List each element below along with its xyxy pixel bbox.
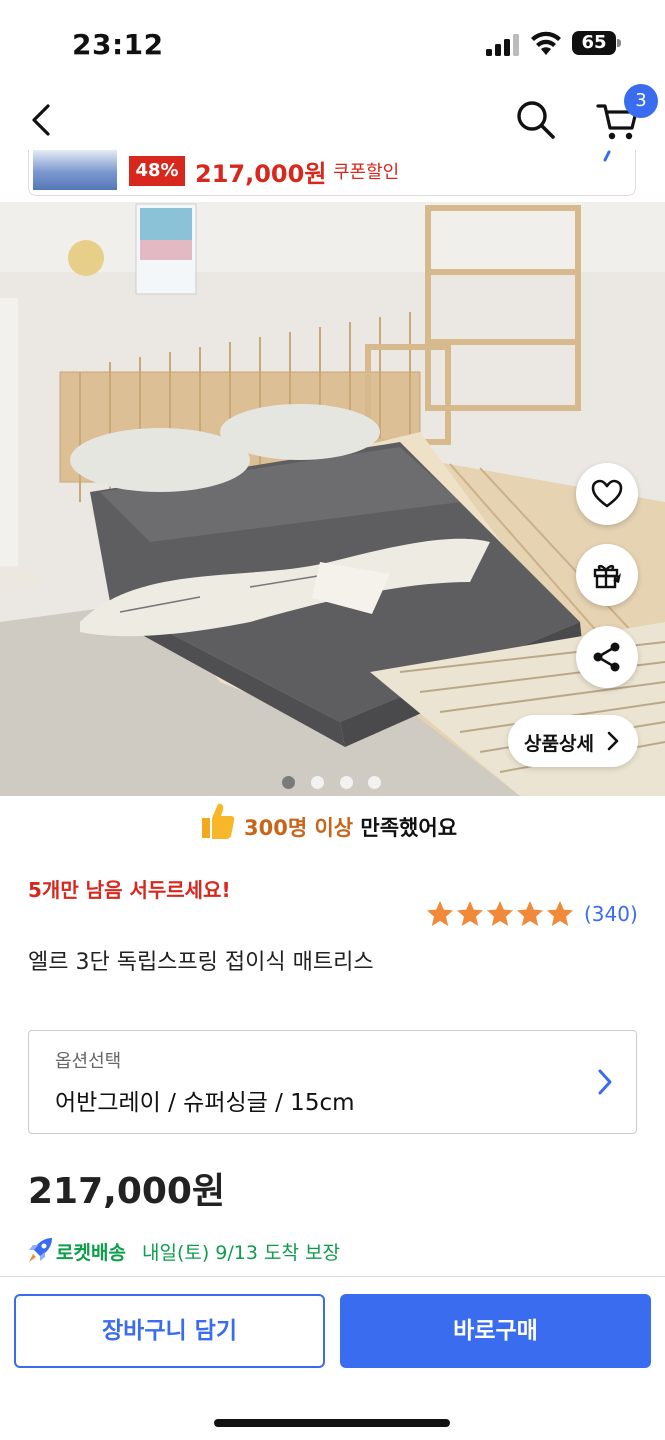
heart-icon — [591, 479, 623, 508]
wishlist-button[interactable] — [576, 463, 638, 525]
carousel-dot[interactable] — [368, 776, 381, 789]
star-icon — [517, 901, 543, 926]
chevron-down-icon[interactable] — [595, 150, 623, 168]
bottom-action-bar: 장바구니 담기 바로구매 — [0, 1276, 665, 1440]
promo-price: 217,000원 — [195, 160, 327, 188]
battery-level: 65 — [581, 32, 607, 53]
carousel-dot[interactable] — [340, 776, 353, 789]
back-icon[interactable] — [22, 100, 62, 140]
detail-label: 상품상세 — [524, 733, 594, 755]
status-time: 23:12 — [72, 28, 164, 61]
satisfaction-banner: 300명 이상 만족했어요 — [0, 800, 665, 850]
search-icon[interactable] — [514, 98, 558, 142]
status-bar: 23:12 65 — [0, 0, 665, 88]
share-button[interactable] — [576, 626, 638, 688]
rocket-icon — [29, 1238, 52, 1262]
promo-banner[interactable]: 48% 217,000원 쿠폰할인 — [28, 150, 636, 196]
delivery-date: 내일(토) 9/13 도착 보장 — [142, 1242, 340, 1264]
satisfaction-count: 300명 이상 — [244, 816, 354, 840]
cart-count-badge: 3 — [624, 84, 658, 118]
carousel-dot[interactable] — [311, 776, 324, 789]
chevron-right-icon — [598, 1069, 612, 1095]
chevron-right-icon — [607, 731, 619, 751]
option-label: 옵션선택 — [55, 1051, 122, 1072]
stock-notice: 5개만 남음 서두르세요! — [28, 878, 231, 902]
coupon-label: 쿠폰할인 — [333, 162, 400, 183]
thumbs-up-icon — [202, 803, 235, 839]
gift-icon — [593, 564, 621, 589]
star-icon — [487, 901, 513, 926]
discount-badge: 48% — [129, 156, 185, 186]
option-value: 어반그레이 / 슈퍼싱글 / 15cm — [55, 1090, 355, 1116]
product-photo — [0, 202, 665, 796]
star-icon — [427, 901, 453, 926]
product-price: 217,000원 — [28, 1171, 226, 1212]
wifi-icon — [531, 31, 561, 55]
satisfaction-text: 만족했어요 — [353, 816, 458, 840]
share-icon — [593, 642, 620, 672]
promo-thumbnail — [33, 150, 117, 190]
star-icon — [457, 901, 483, 926]
battery-icon: 65 — [572, 31, 616, 55]
rocket-delivery-label: 로켓배송 — [56, 1242, 126, 1264]
top-nav — [0, 88, 665, 152]
rating-count[interactable]: (340) — [584, 902, 638, 926]
star-icon — [547, 901, 573, 926]
cellular-signal-icon — [486, 34, 519, 56]
add-to-cart-button[interactable]: 장바구니 담기 — [14, 1294, 325, 1368]
product-title: 엘르 3단 독립스프링 접이식 매트리스 — [28, 950, 374, 975]
battery-tip — [617, 39, 621, 47]
product-detail-button[interactable]: 상품상세 — [508, 715, 638, 767]
home-indicator[interactable] — [214, 1419, 450, 1427]
option-selector[interactable]: 옵션선택 어반그레이 / 슈퍼싱글 / 15cm — [28, 1030, 637, 1134]
carousel-dot[interactable] — [282, 776, 295, 789]
gift-button[interactable] — [576, 544, 638, 606]
buy-now-button[interactable]: 바로구매 — [340, 1294, 651, 1368]
product-image-carousel[interactable]: 상품상세 — [0, 202, 665, 796]
